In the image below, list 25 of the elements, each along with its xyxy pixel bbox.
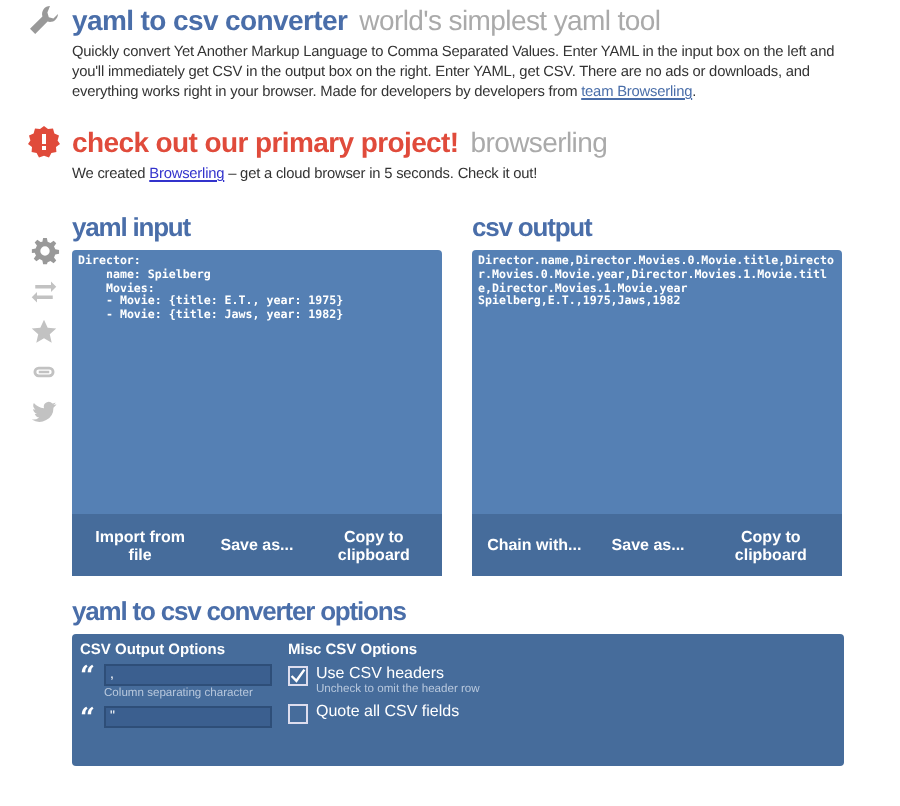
bird-icon[interactable]	[30, 398, 58, 426]
toolbar-button[interactable]: Save as...	[607, 532, 689, 558]
star-icon[interactable]	[30, 318, 58, 346]
panel-title: yaml input	[72, 212, 193, 242]
toolbar-button[interactable]: Import from file	[80, 523, 201, 567]
page-title: yaml to csv converter	[72, 4, 348, 36]
checkbox-label: Use CSV headers	[316, 664, 447, 682]
toolbar-button[interactable]: Copy to clipboard	[313, 523, 434, 567]
page-subtitle: world's simplest yaml tool	[359, 4, 661, 36]
toolbar-button[interactable]: Copy to clipboard	[710, 523, 831, 567]
panel-title: csv output	[472, 212, 595, 242]
quote-mark: “	[80, 664, 96, 690]
quote-mark: “	[80, 706, 96, 732]
checkbox[interactable]	[288, 704, 308, 724]
toolbar-button[interactable]: Chain with...	[483, 532, 586, 558]
checkbox[interactable]	[288, 666, 308, 686]
settings-icon[interactable]	[29, 236, 59, 266]
swap-icon[interactable]	[30, 278, 58, 306]
promo-subtitle: browserling	[470, 126, 608, 158]
alert-icon	[28, 126, 60, 158]
checkbox-label: Quote all CSV fields	[316, 702, 460, 720]
toolbar-button[interactable]: Save as...	[216, 532, 298, 558]
wrench-icon	[28, 4, 60, 36]
promo-title: check out our primary project!	[72, 126, 459, 158]
options-title: yaml to csv converter options	[72, 596, 408, 626]
